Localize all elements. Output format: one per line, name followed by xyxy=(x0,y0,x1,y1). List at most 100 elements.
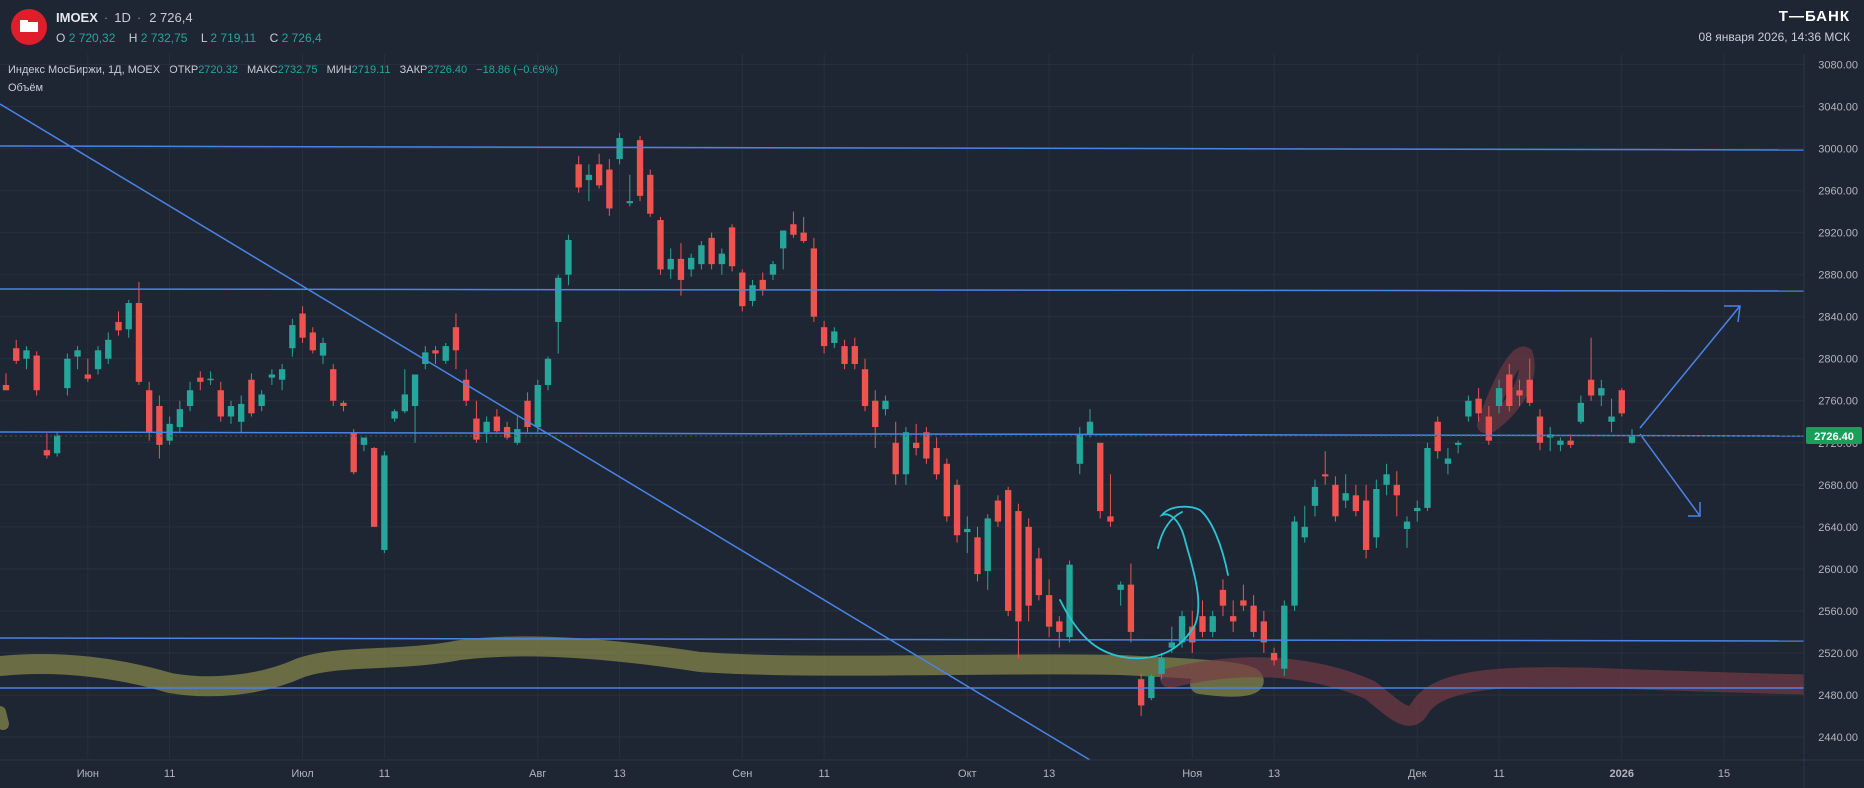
chart-area[interactable]: 3080.00 3040.00 3000.00 2960.00 2920.00 2880.… xyxy=(0,0,1864,788)
candle xyxy=(13,339,20,364)
yellow-marker-dot xyxy=(0,706,9,730)
candle-body xyxy=(1097,442,1104,512)
y-tick-label: 3040.00 xyxy=(1818,102,1858,114)
candle xyxy=(442,342,449,364)
candle-body xyxy=(1342,493,1349,501)
candle-body xyxy=(1066,564,1073,638)
candle xyxy=(176,400,184,433)
candle xyxy=(1117,581,1124,606)
candle-body xyxy=(667,258,674,270)
candle xyxy=(227,400,235,424)
candle-body xyxy=(53,435,61,454)
candle-body xyxy=(831,331,838,343)
highlight-markers xyxy=(0,346,1864,730)
x-tick-label: 11 xyxy=(1493,768,1504,780)
candle-body xyxy=(1454,442,1462,445)
candle-body xyxy=(493,416,501,432)
candle xyxy=(994,495,1002,527)
candle-body xyxy=(2,384,10,391)
horizontal-line-2852[interactable] xyxy=(0,288,1805,292)
candle xyxy=(43,433,51,459)
candle xyxy=(289,318,296,357)
y-tick-label: 2440.00 xyxy=(1818,732,1858,744)
candle-body xyxy=(381,455,388,550)
candle-body xyxy=(1352,495,1360,512)
candle-body xyxy=(1567,440,1574,445)
candle xyxy=(299,306,306,343)
candle-body xyxy=(820,327,828,347)
x-tick-label: 15 xyxy=(1718,768,1730,780)
up-arrow-line[interactable] xyxy=(1639,305,1741,429)
candle-body xyxy=(207,378,214,381)
candle xyxy=(156,395,163,459)
horizontal-line-2716[interactable] xyxy=(0,431,1805,437)
horizontal-line-3000[interactable] xyxy=(0,145,1805,151)
candle-body xyxy=(964,528,971,533)
candle xyxy=(1536,409,1544,451)
candle-body xyxy=(145,390,153,433)
candle xyxy=(718,248,726,275)
candle-body xyxy=(544,358,552,385)
y-tick-label: 2520.00 xyxy=(1818,648,1858,660)
candle-body xyxy=(534,384,541,428)
candle xyxy=(94,346,102,375)
candle xyxy=(309,327,316,354)
time-axis[interactable]: Июн 11 Июл 11 Авг 13 Сен 11 Окт 13 Ноя 13 Дек 11 2026 1… xyxy=(0,759,1864,780)
price-axis-panel xyxy=(1804,54,1864,788)
x-tick-label: 11 xyxy=(818,768,829,780)
y-tick-label: 2800.00 xyxy=(1818,354,1858,366)
x-tick-label: Дек xyxy=(1408,768,1427,780)
candle-body xyxy=(227,406,235,417)
candle xyxy=(1015,503,1022,659)
candle xyxy=(810,237,818,322)
candle-body xyxy=(1107,516,1114,522)
candle xyxy=(1352,484,1360,517)
candle-body xyxy=(861,369,869,406)
candle xyxy=(882,395,889,416)
candle xyxy=(759,272,766,296)
horizontal-line-2520[interactable] xyxy=(0,637,1805,642)
candle-body xyxy=(1219,589,1227,606)
candle xyxy=(268,369,276,385)
x-tick-label: 13 xyxy=(1268,768,1280,780)
candle xyxy=(452,313,460,370)
candle-body xyxy=(74,350,81,357)
candle-body xyxy=(1056,621,1063,632)
price-axis[interactable]: 3080.00 3040.00 3000.00 2960.00 2920.00 2880.… xyxy=(1803,54,1864,788)
y-tick-label: 2600.00 xyxy=(1818,564,1858,576)
candle-body xyxy=(1229,616,1237,622)
candle xyxy=(1373,479,1380,548)
candle xyxy=(370,446,378,527)
candle-body xyxy=(555,277,562,322)
candle-body xyxy=(1168,642,1175,648)
down-arrow-line[interactable] xyxy=(1639,433,1701,517)
candle-body xyxy=(1557,440,1564,445)
candle xyxy=(1434,416,1441,459)
candle-body xyxy=(238,403,245,422)
x-tick-label: 11 xyxy=(164,768,175,780)
candle-body xyxy=(1332,484,1339,517)
candle-body xyxy=(258,394,265,406)
candle xyxy=(1148,673,1155,701)
candle-body xyxy=(800,232,807,242)
candle xyxy=(1107,474,1114,527)
candle-body xyxy=(1260,621,1268,643)
candle-body xyxy=(708,237,715,265)
candle-body xyxy=(953,484,961,536)
candle xyxy=(197,371,204,391)
candle xyxy=(953,479,961,543)
candle xyxy=(319,337,327,364)
candle-body xyxy=(125,303,132,330)
candle xyxy=(1577,395,1585,424)
candle-body xyxy=(1628,436,1636,443)
candle-body xyxy=(1270,652,1278,661)
x-tick-label: 13 xyxy=(1043,768,1055,780)
x-tick-label: Июл xyxy=(291,768,313,780)
candle-body xyxy=(84,374,91,379)
candle-body xyxy=(1444,458,1452,464)
candle-body xyxy=(43,450,51,456)
candle xyxy=(64,353,71,396)
candle-body xyxy=(391,411,398,419)
candle xyxy=(831,327,838,349)
x-tick-label: Июн xyxy=(77,768,99,780)
